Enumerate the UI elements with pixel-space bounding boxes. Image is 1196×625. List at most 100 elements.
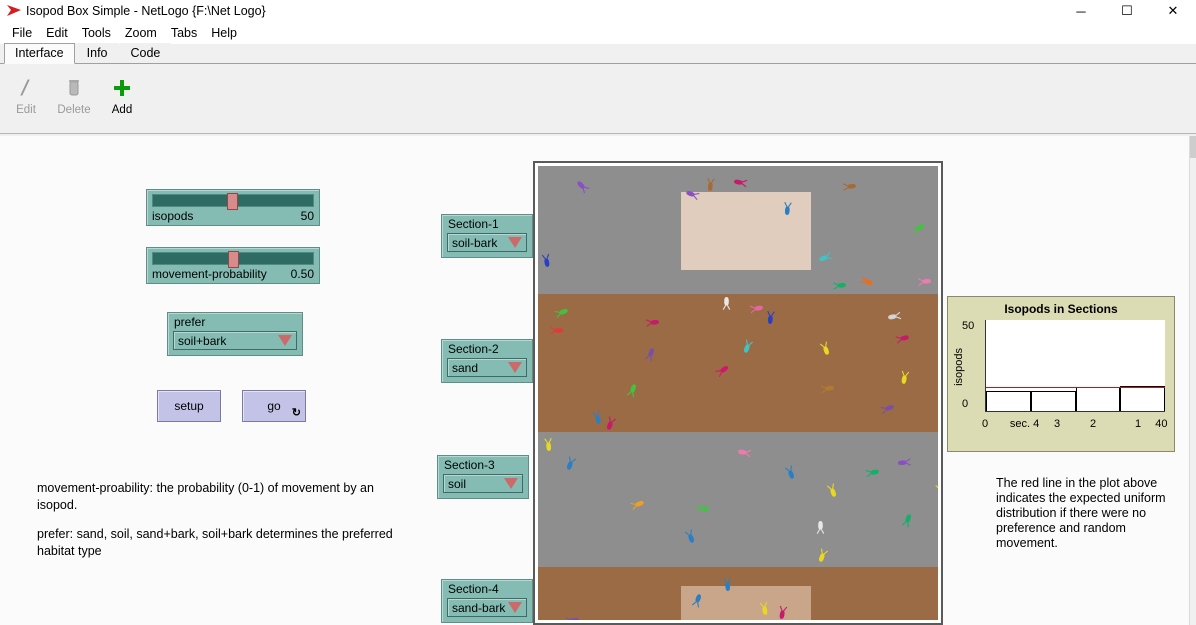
plot-y-tick-max: 50 xyxy=(962,320,974,332)
slider-isopods-label: isopods xyxy=(152,209,193,223)
plot-y-tick-min: 0 xyxy=(962,398,968,410)
plot-x-tick-label: 3 xyxy=(1054,418,1060,430)
isopod-turtle xyxy=(918,276,932,286)
tab-code[interactable]: Code xyxy=(120,43,172,63)
menu-edit[interactable]: Edit xyxy=(39,24,75,42)
slider-isopods[interactable]: isopods 50 xyxy=(146,189,320,226)
plot-note: The red line in the plot above indicates… xyxy=(996,476,1174,551)
isopod-turtle xyxy=(696,503,710,513)
edit-label: Edit xyxy=(2,104,50,116)
chooser-section-4-value: sand-bark xyxy=(452,601,508,615)
chooser-section-1-value: soil-bark xyxy=(452,236,508,250)
chooser-prefer[interactable]: prefer soil+bark xyxy=(167,312,303,356)
minimize-button[interactable]: ─ xyxy=(1058,0,1104,22)
chooser-section-1-title: Section-1 xyxy=(447,217,527,233)
pencil-icon xyxy=(2,74,50,102)
plot-y-axis-label: isopods xyxy=(953,348,965,386)
chooser-prefer-title: prefer xyxy=(173,315,297,331)
scrollbar-thumb[interactable] xyxy=(1190,136,1196,158)
delete-button[interactable]: Delete xyxy=(50,74,98,116)
world-view[interactable] xyxy=(533,161,943,625)
slider-track[interactable] xyxy=(152,194,314,207)
isopod-turtle xyxy=(898,457,912,467)
maximize-button[interactable]: ☐ xyxy=(1104,0,1150,22)
chooser-section-2-value: sand xyxy=(452,361,508,375)
plot-x-tick-label: 40 xyxy=(1155,418,1167,430)
window-title: Isopod Box Simple - NetLogo {F:\Net Logo… xyxy=(26,4,1058,18)
slider-thumb[interactable] xyxy=(227,193,238,210)
plot-title: Isopods in Sections xyxy=(951,300,1171,318)
plot-x-tick-label: 1 xyxy=(1135,418,1141,430)
menu-bar: File Edit Tools Zoom Tabs Help xyxy=(0,22,1196,44)
close-button[interactable]: ✕ xyxy=(1150,0,1196,22)
chooser-section-3-box[interactable]: soil xyxy=(443,474,523,493)
slider-movement-probability-value: 0.50 xyxy=(291,267,314,281)
chevron-down-icon[interactable] xyxy=(508,362,522,373)
menu-tabs[interactable]: Tabs xyxy=(164,24,204,42)
expected-uniform-reference-line xyxy=(986,387,1165,388)
isopod-turtle xyxy=(843,181,857,191)
interface-toolbar: Edit Delete Add abc Button ▼ xyxy=(0,65,1196,134)
go-button[interactable]: go ↻ xyxy=(242,390,306,422)
menu-zoom[interactable]: Zoom xyxy=(118,24,164,42)
isopod-turtle xyxy=(646,317,660,327)
edit-button[interactable]: Edit xyxy=(2,74,50,116)
plot-x-axis-ticks: 0 sec. 4 3 2 1 40 xyxy=(985,418,1165,432)
add-button[interactable]: Add xyxy=(98,74,146,116)
chooser-prefer-box[interactable]: soil+bark xyxy=(173,331,297,350)
chevron-down-icon[interactable] xyxy=(278,335,292,346)
chooser-section-2-box[interactable]: sand xyxy=(447,358,527,377)
chooser-section-4-title: Section-4 xyxy=(447,582,527,598)
tab-strip: Interface Info Code xyxy=(0,44,1196,64)
chooser-section-1-box[interactable]: soil-bark xyxy=(447,233,527,252)
chooser-section-3-title: Section-3 xyxy=(443,458,523,474)
chooser-section-4[interactable]: Section-4 sand-bark xyxy=(441,579,533,623)
isopod-turtle xyxy=(765,311,775,325)
go-button-label: go xyxy=(267,399,280,413)
chooser-prefer-value: soil+bark xyxy=(178,334,278,348)
isopod-turtle xyxy=(722,297,731,310)
setup-button[interactable]: setup xyxy=(157,390,221,422)
slider-track[interactable] xyxy=(152,252,314,265)
add-label: Add xyxy=(98,104,146,116)
world-canvas[interactable] xyxy=(538,166,938,620)
setup-button-label: setup xyxy=(174,399,203,413)
menu-file[interactable]: File xyxy=(5,24,39,42)
chevron-down-icon[interactable] xyxy=(508,602,522,613)
plus-icon xyxy=(98,74,146,102)
isopod-turtle xyxy=(705,178,715,192)
netlogo-window: Isopod Box Simple - NetLogo {F:\Net Logo… xyxy=(0,0,1196,625)
tab-info[interactable]: Info xyxy=(76,43,119,63)
chooser-section-2[interactable]: Section-2 sand xyxy=(441,339,533,383)
netlogo-arrow-icon xyxy=(0,0,26,22)
chooser-section-3-value: soil xyxy=(448,477,504,491)
note-prefer: prefer: sand, soil, sand+bark, soil+bark… xyxy=(37,526,402,560)
isopod-turtle xyxy=(550,326,563,335)
slider-isopods-value: 50 xyxy=(301,209,314,223)
plot-body: isopods 50 0 0 sec. 4 3 2 1 40 xyxy=(951,318,1171,436)
plot-x-tick-label: sec. 4 xyxy=(1010,418,1039,430)
forever-loop-icon: ↻ xyxy=(292,406,301,419)
isopod-turtle xyxy=(722,578,732,592)
chevron-down-icon[interactable] xyxy=(508,237,522,248)
menu-help[interactable]: Help xyxy=(204,24,244,42)
plot-x-tick-label: 0 xyxy=(982,418,988,430)
isopod-turtle xyxy=(816,521,825,534)
isopod-turtle xyxy=(566,615,580,620)
chooser-section-4-box[interactable]: sand-bark xyxy=(447,598,527,617)
vertical-scrollbar[interactable] xyxy=(1189,136,1196,625)
tab-interface[interactable]: Interface xyxy=(4,43,75,64)
chooser-section-1[interactable]: Section-1 soil-bark xyxy=(441,214,533,258)
slider-movement-probability[interactable]: movement-probability 0.50 xyxy=(146,247,320,284)
delete-label: Delete xyxy=(50,104,98,116)
menu-tools[interactable]: Tools xyxy=(75,24,118,42)
slider-thumb[interactable] xyxy=(228,251,239,268)
histogram-bar xyxy=(1120,386,1165,411)
chevron-down-icon[interactable] xyxy=(504,478,518,489)
title-bar: Isopod Box Simple - NetLogo {F:\Net Logo… xyxy=(0,0,1196,22)
plot-x-tick-label: 2 xyxy=(1090,418,1096,430)
histogram-bar xyxy=(1031,391,1076,411)
chooser-section-3[interactable]: Section-3 soil xyxy=(437,455,529,499)
chooser-section-2-title: Section-2 xyxy=(447,342,527,358)
note-movement-probability: movement-proability: the probability (0-… xyxy=(37,480,397,514)
